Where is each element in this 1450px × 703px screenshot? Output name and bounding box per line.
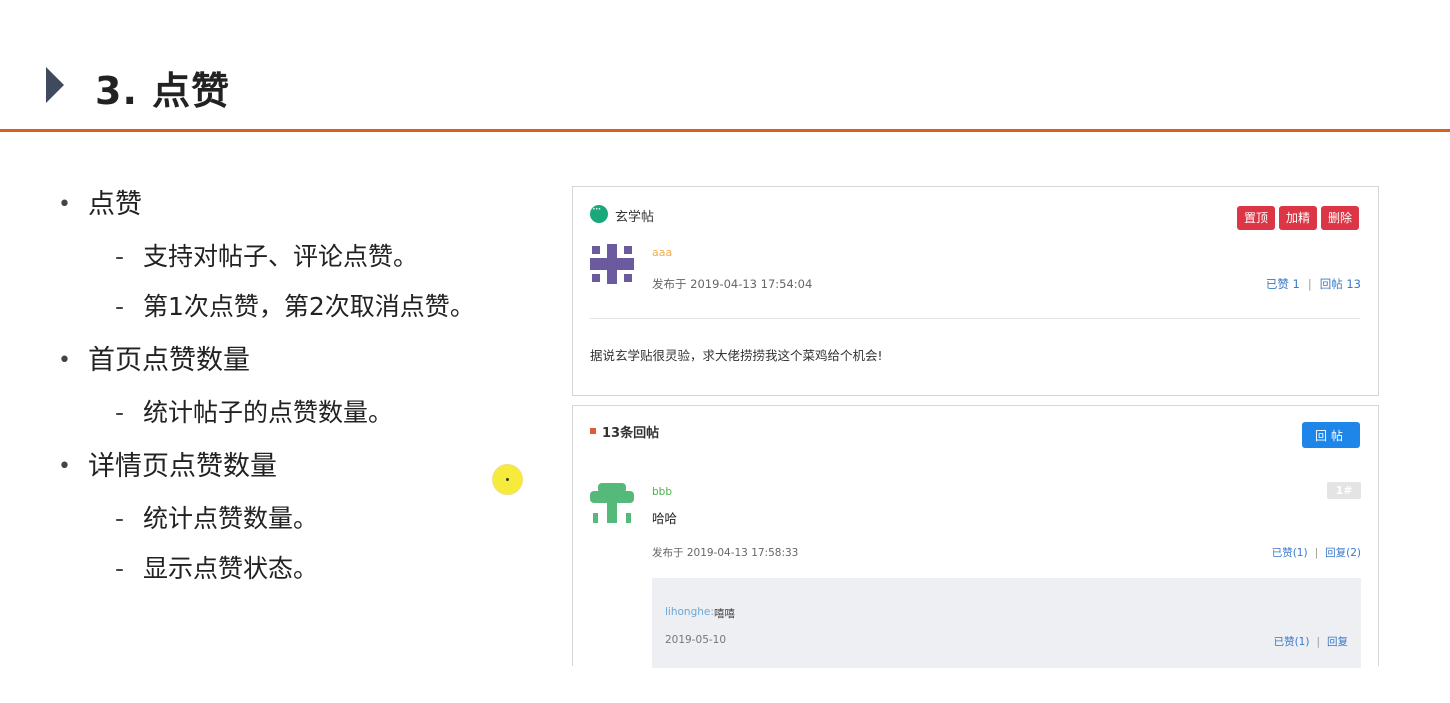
bullet-item: 详情页点赞数量 xyxy=(55,447,535,499)
sub-reply-content: 嘻嘻 xyxy=(714,608,735,620)
bullet-item: 首页点赞数量 xyxy=(55,341,535,393)
delete-post-button[interactable]: 删除 xyxy=(1321,206,1359,230)
sub-bullet-item: 第1次点赞，第2次取消点赞。 xyxy=(55,287,535,337)
slide-title: 3. 点赞 xyxy=(95,69,231,113)
post-divider xyxy=(590,318,1360,319)
post-reply-count-link[interactable]: 回帖 13 xyxy=(1320,277,1361,291)
square-marker-icon xyxy=(590,428,596,434)
post-author-avatar[interactable] xyxy=(590,244,634,284)
sub-bullet-item: 统计帖子的点赞数量。 xyxy=(55,393,535,443)
reply-count-label: 13条回帖 xyxy=(602,426,660,441)
post-stats: 已赞 1 | 回帖 13 xyxy=(1265,277,1361,291)
chat-bubble-icon xyxy=(590,202,608,223)
reply-author-avatar[interactable] xyxy=(590,483,634,523)
reply-stats: 已赞(1) | 回复(2) xyxy=(1271,547,1361,559)
reply-content: 哈哈 xyxy=(652,511,678,526)
sub-reply-author[interactable]: lihonghe: xyxy=(665,606,714,618)
sub-reply-date: 2019-05-10 xyxy=(665,634,727,646)
post-time: 发布于 2019-04-13 17:54:04 xyxy=(652,277,813,291)
board-name: 玄学帖 xyxy=(615,210,655,225)
sub-reply-reply-link[interactable]: 回复 xyxy=(1327,636,1348,648)
reply-time: 发布于 2019-04-13 17:58:33 xyxy=(652,547,799,559)
pin-top-button[interactable]: 置顶 xyxy=(1237,206,1275,230)
sub-reply-stats: 已赞(1) | 回复 xyxy=(1273,636,1348,648)
post-panel: 玄学帖 置顶 加精 删除 aaa 发布于 2019-04-13 17:54:04… xyxy=(572,186,1379,396)
sub-bullet-item: 统计点赞数量。 xyxy=(55,499,535,549)
reply-button[interactable]: 回帖 xyxy=(1302,422,1360,448)
reply-author-name[interactable]: bbb xyxy=(652,486,672,498)
mark-essence-button[interactable]: 加精 xyxy=(1279,206,1317,230)
title-arrow-icon xyxy=(46,67,64,103)
mouse-cursor-highlight xyxy=(493,465,522,494)
post-content: 据说玄学贴很灵验，求大佬捞捞我这个菜鸡给个机会! xyxy=(590,348,883,363)
title-divider xyxy=(0,129,1450,132)
sub-bullet-item: 显示点赞状态。 xyxy=(55,549,535,599)
post-author-name[interactable]: aaa xyxy=(652,246,672,259)
reply-panel: 13条回帖 回帖 bbb 1# 哈哈 发布于 2019-04-13 17:58:… xyxy=(572,405,1379,668)
reply-like-link[interactable]: 已赞(1) xyxy=(1272,547,1308,559)
sub-reply-like-link[interactable]: 已赞(1) xyxy=(1274,636,1310,648)
bullet-list: 点赞 支持对帖子、评论点赞。 第1次点赞，第2次取消点赞。 首页点赞数量 统计帖… xyxy=(55,185,535,599)
reply-reply-link[interactable]: 回复(2) xyxy=(1325,547,1361,559)
sub-reply-box: lihonghe: 嘻嘻 2019-05-10 已赞(1) | 回复 xyxy=(652,578,1361,668)
sub-bullet-item: 支持对帖子、评论点赞。 xyxy=(55,237,535,287)
post-like-link[interactable]: 已赞 1 xyxy=(1266,277,1300,291)
bullet-item: 点赞 xyxy=(55,185,535,237)
floor-badge: 1# xyxy=(1327,482,1361,499)
